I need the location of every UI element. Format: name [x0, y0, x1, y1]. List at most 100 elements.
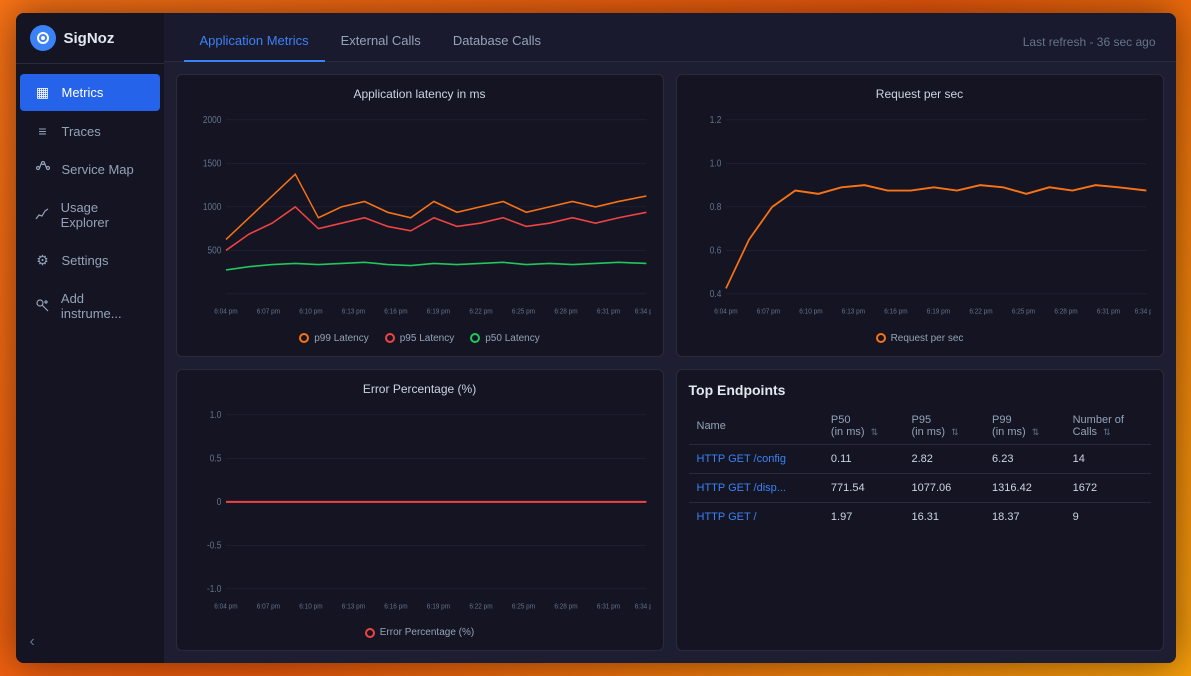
svg-text:0.8: 0.8 — [709, 202, 721, 213]
svg-text:6:16 pm: 6:16 pm — [384, 308, 407, 316]
legend-label-p99: p99 Latency — [314, 333, 369, 344]
svg-text:6:22 pm: 6:22 pm — [969, 308, 992, 316]
latency-chart-card: Application latency in ms 2000 1500 1000 — [176, 74, 664, 357]
sidebar-item-label-service-map: Service Map — [62, 162, 134, 177]
svg-text:6:22 pm: 6:22 pm — [469, 603, 492, 611]
svg-text:6:19 pm: 6:19 pm — [926, 308, 949, 316]
svg-text:6:13 pm: 6:13 pm — [841, 308, 864, 316]
endpoint-name-0[interactable]: HTTP GET /config — [689, 444, 823, 473]
legend-label-error: Error Percentage (%) — [380, 627, 474, 638]
error-percentage-chart-card: Error Percentage (%) 1.0 0.5 0 -0.5 — [176, 369, 664, 652]
legend-p50: p50 Latency — [470, 333, 540, 344]
svg-text:6:04 pm: 6:04 pm — [214, 603, 237, 611]
request-per-sec-legend: Request per sec — [689, 333, 1151, 344]
tab-database-calls[interactable]: Database Calls — [437, 23, 557, 62]
svg-text:6:07 pm: 6:07 pm — [756, 308, 779, 316]
svg-text:6:31 pm: 6:31 pm — [1096, 308, 1119, 316]
endpoint-calls-2: 9 — [1065, 502, 1151, 531]
legend-dot-rps — [876, 333, 886, 343]
sidebar-item-label-traces: Traces — [62, 124, 101, 139]
endpoint-name-2[interactable]: HTTP GET / — [689, 502, 823, 531]
sort-icon-p50: ⇅ — [871, 427, 879, 438]
endpoint-p50-1: 771.54 — [823, 473, 904, 502]
usage-explorer-icon — [34, 207, 51, 224]
sidebar-item-label-usage: Usage Explorer — [61, 200, 146, 230]
col-p50[interactable]: P50(in ms) ⇅ — [823, 408, 904, 445]
svg-text:6:07 pm: 6:07 pm — [256, 603, 279, 611]
svg-text:1.0: 1.0 — [209, 409, 221, 420]
top-endpoints-title: Top Endpoints — [689, 382, 1151, 398]
collapse-button[interactable]: ‹ — [16, 621, 164, 663]
svg-text:6:25 pm: 6:25 pm — [1011, 308, 1034, 316]
svg-text:1.2: 1.2 — [709, 115, 721, 126]
col-name: Name — [689, 408, 823, 445]
endpoint-p99-1: 1316.42 — [984, 473, 1065, 502]
svg-text:6:13 pm: 6:13 pm — [341, 308, 364, 316]
svg-text:0.6: 0.6 — [709, 245, 721, 256]
sidebar-item-metrics[interactable]: ▦ Metrics — [20, 74, 160, 111]
header: Application Metrics External Calls Datab… — [164, 13, 1176, 62]
legend-p95: p95 Latency — [385, 333, 455, 344]
sidebar-item-settings[interactable]: ⚙ Settings — [20, 242, 160, 279]
svg-text:6:04 pm: 6:04 pm — [714, 308, 737, 316]
header-tabs: Application Metrics External Calls Datab… — [184, 23, 557, 61]
legend-label-rps: Request per sec — [891, 333, 964, 344]
top-endpoints-card: Top Endpoints Name P50(in ms) ⇅ — [676, 369, 1164, 652]
sidebar-logo: SigNoz — [16, 13, 164, 64]
endpoint-p99-2: 18.37 — [984, 502, 1065, 531]
sidebar-item-usage-explorer[interactable]: Usage Explorer — [20, 190, 160, 240]
sidebar-item-label-settings: Settings — [62, 253, 109, 268]
request-per-sec-chart-area: 1.2 1.0 0.8 0.6 0.4 6:04 pm 6:07 pm 6:10… — [689, 109, 1151, 327]
logo-icon — [30, 25, 56, 51]
endpoint-calls-0: 14 — [1065, 444, 1151, 473]
svg-text:6:19 pm: 6:19 pm — [426, 308, 449, 316]
svg-text:6:04 pm: 6:04 pm — [214, 308, 237, 316]
error-percentage-legend: Error Percentage (%) — [189, 627, 651, 638]
svg-text:6:25 pm: 6:25 pm — [511, 603, 534, 611]
endpoint-name-1[interactable]: HTTP GET /disp... — [689, 473, 823, 502]
sidebar-item-service-map[interactable]: Service Map — [20, 151, 160, 188]
svg-text:6:19 pm: 6:19 pm — [426, 603, 449, 611]
latency-chart-svg: 2000 1500 1000 500 6:04 pm 6:07 pm 6: — [189, 109, 651, 327]
legend-dot-p99 — [299, 333, 309, 343]
col-p99[interactable]: P99(in ms) ⇅ — [984, 408, 1065, 445]
latency-chart-legend: p99 Latency p95 Latency p50 Latency — [189, 333, 651, 344]
endpoint-p95-1: 1077.06 — [903, 473, 984, 502]
col-calls[interactable]: Number ofCalls ⇅ — [1065, 408, 1151, 445]
svg-text:6:10 pm: 6:10 pm — [299, 308, 322, 316]
main-content: Application Metrics External Calls Datab… — [164, 13, 1176, 663]
tab-application-metrics[interactable]: Application Metrics — [184, 23, 325, 62]
svg-text:6:10 pm: 6:10 pm — [799, 308, 822, 316]
sidebar-item-label-add-instrument: Add instrume... — [61, 291, 146, 321]
metrics-icon: ▦ — [34, 84, 52, 101]
legend-dot-p95 — [385, 333, 395, 343]
svg-text:0: 0 — [216, 496, 221, 507]
legend-request-per-sec: Request per sec — [876, 333, 964, 344]
svg-text:6:28 pm: 6:28 pm — [1054, 308, 1077, 316]
service-map-icon — [34, 161, 52, 178]
svg-text:0.4: 0.4 — [709, 289, 721, 300]
sidebar-item-label-metrics: Metrics — [62, 85, 104, 100]
legend-p99: p99 Latency — [299, 333, 369, 344]
svg-text:6:22 pm: 6:22 pm — [469, 308, 492, 316]
sort-icon-calls: ⇅ — [1103, 427, 1111, 438]
col-p95[interactable]: P95(in ms) ⇅ — [903, 408, 984, 445]
sidebar-item-add-instrument[interactable]: Add instrume... — [20, 281, 160, 331]
last-refresh: Last refresh - 36 sec ago — [1023, 35, 1156, 49]
svg-text:6:28 pm: 6:28 pm — [554, 308, 577, 316]
tab-external-calls[interactable]: External Calls — [325, 23, 437, 62]
svg-text:500: 500 — [207, 245, 221, 256]
svg-text:1500: 1500 — [202, 158, 220, 169]
svg-text:6:34 pm: 6:34 pm — [634, 603, 650, 611]
svg-text:6:34 pm: 6:34 pm — [1134, 308, 1150, 316]
app-container: SigNoz ▦ Metrics ≡ Traces — [16, 13, 1176, 663]
endpoints-table: Name P50(in ms) ⇅ P95(in ms) ⇅ — [689, 408, 1151, 531]
error-percentage-chart-area: 1.0 0.5 0 -0.5 -1.0 6:04 pm 6:07 pm 6:10… — [189, 404, 651, 622]
latency-chart-area: 2000 1500 1000 500 6:04 pm 6:07 pm 6: — [189, 109, 651, 327]
sidebar-item-traces[interactable]: ≡ Traces — [20, 113, 160, 149]
app-name: SigNoz — [64, 30, 115, 47]
legend-label-p95: p95 Latency — [400, 333, 455, 344]
add-instrument-icon — [34, 298, 51, 315]
settings-icon: ⚙ — [34, 252, 52, 269]
request-per-sec-svg: 1.2 1.0 0.8 0.6 0.4 6:04 pm 6:07 pm 6:10… — [689, 109, 1151, 327]
